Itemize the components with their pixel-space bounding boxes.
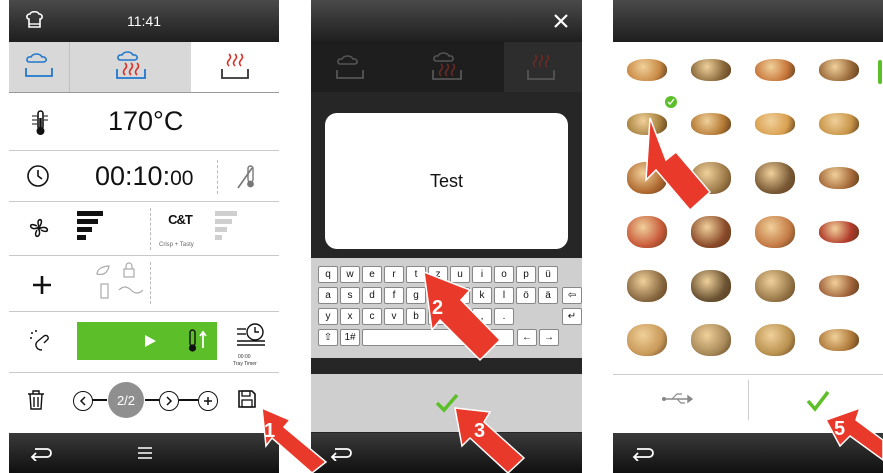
callout-layer bbox=[261, 117, 883, 473]
callout-number-2: 2 bbox=[432, 297, 444, 319]
callout-number-4: 4 bbox=[665, 134, 677, 156]
callout-number-1: 1 bbox=[264, 420, 276, 442]
callout-number-5: 5 bbox=[834, 418, 846, 440]
callout-number-3: 3 bbox=[474, 420, 486, 442]
callout-arrow-3 bbox=[454, 407, 526, 473]
callout-arrow-4 bbox=[645, 117, 712, 212]
